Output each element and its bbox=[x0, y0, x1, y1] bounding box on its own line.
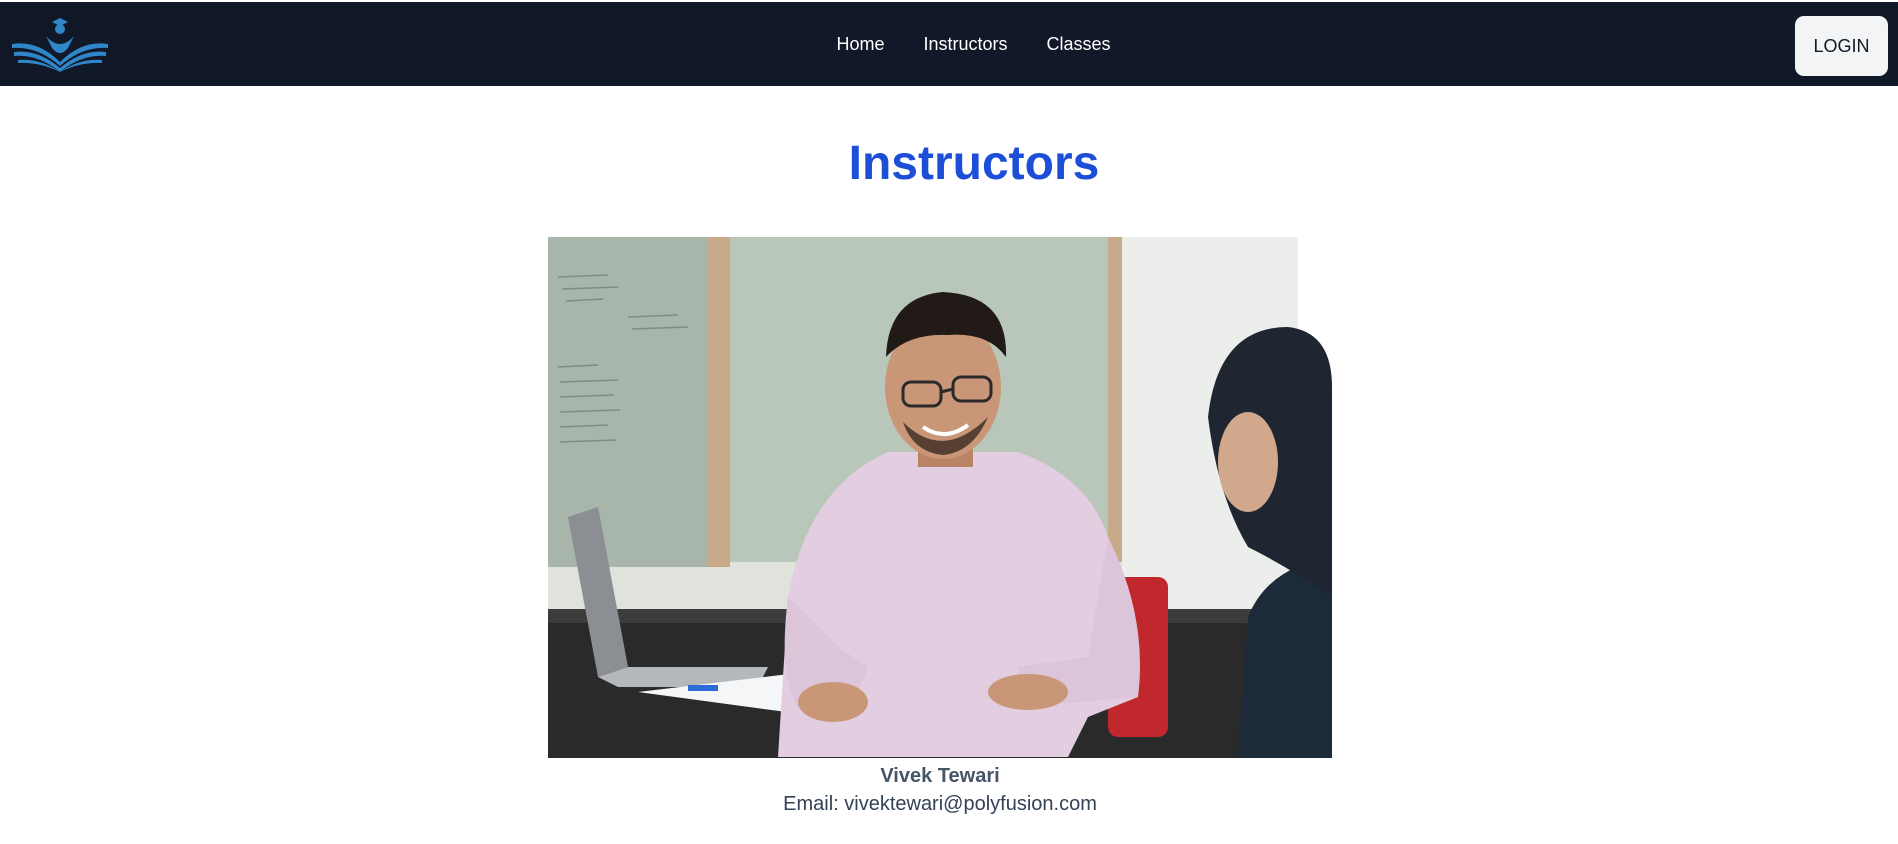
instructor-name: Vivek Tewari bbox=[880, 765, 1000, 787]
login-button[interactable]: LOGIN bbox=[1795, 16, 1888, 76]
instructor-photo bbox=[548, 237, 1332, 758]
main-nav: Home Instructors Classes bbox=[0, 2, 1898, 86]
instructor-email: Email: vivektewari@polyfusion.com bbox=[783, 793, 1097, 815]
nav-classes-link[interactable]: Classes bbox=[1047, 34, 1111, 55]
top-navbar: Home Instructors Classes LOGIN bbox=[0, 2, 1898, 86]
instructor-card: Vivek Tewari Email: vivektewari@polyfusi… bbox=[548, 237, 1332, 819]
page-title: Instructors bbox=[848, 137, 1100, 190]
nav-instructors-link[interactable]: Instructors bbox=[923, 34, 1007, 55]
nav-home-link[interactable]: Home bbox=[836, 34, 884, 55]
